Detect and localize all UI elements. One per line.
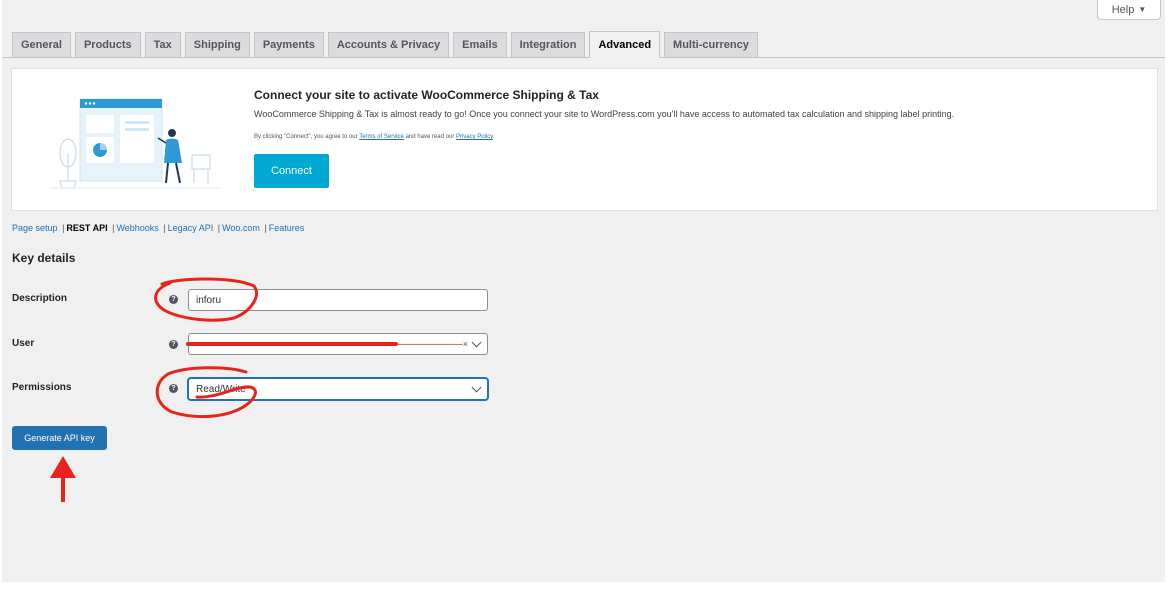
tab-emails[interactable]: Emails xyxy=(453,32,507,57)
user-select[interactable]: ———————————————————————————— × xyxy=(188,333,488,355)
banner-title: Connect your site to activate WooCommerc… xyxy=(254,88,599,102)
connect-illustration-icon xyxy=(50,98,220,189)
settings-tabs: General Products Tax Shipping Payments A… xyxy=(12,31,758,58)
settings-screen: Help ▼ General Products Tax Shipping Pay… xyxy=(2,0,1165,582)
subnav-separator: | xyxy=(112,223,115,233)
question-circle-icon[interactable]: ? xyxy=(169,340,178,349)
help-tab-button[interactable]: Help ▼ xyxy=(1097,0,1161,20)
permissions-label: Permissions xyxy=(12,382,72,393)
permissions-select[interactable]: Read/Write xyxy=(188,378,488,400)
privacy-policy-link[interactable]: Privacy Policy xyxy=(456,134,493,140)
subnav-separator: | xyxy=(217,223,221,233)
subnav-separator: | xyxy=(264,223,267,233)
chevron-down-icon xyxy=(471,382,482,393)
subnav-woo-com[interactable]: Woo.com xyxy=(222,223,260,233)
terms-of-service-link[interactable]: Terms of Service xyxy=(359,134,404,140)
clear-x-icon[interactable]: × xyxy=(463,339,468,349)
tab-tax[interactable]: Tax xyxy=(144,32,181,57)
tab-multi-currency[interactable]: Multi-currency xyxy=(664,32,758,57)
arrow-up-icon xyxy=(50,456,76,502)
subnav-rest-api[interactable]: REST API xyxy=(66,223,107,233)
tab-advanced[interactable]: Advanced xyxy=(589,31,661,58)
tab-integration[interactable]: Integration xyxy=(510,32,586,57)
help-label: Help xyxy=(1111,3,1135,16)
user-label: User xyxy=(12,338,35,349)
connect-banner: Connect your site to activate WooCommerc… xyxy=(11,68,1158,211)
tab-products[interactable]: Products xyxy=(74,32,141,57)
legal-suffix: . xyxy=(492,134,495,140)
subnav-page-setup[interactable]: Page setup xyxy=(12,223,58,233)
caret-down-icon: ▼ xyxy=(1138,5,1147,14)
description-value: inforu xyxy=(196,294,222,306)
question-circle-icon[interactable]: ? xyxy=(169,295,178,304)
legal-prefix: By clicking "Connect", you agree to our xyxy=(254,134,358,140)
subnav-webhooks[interactable]: Webhooks xyxy=(116,223,158,233)
advanced-subnav: Page setup | REST API | Webhooks | Legacy A… xyxy=(12,223,304,233)
legal-middle: and have read our xyxy=(405,134,455,140)
subnav-separator: | xyxy=(62,223,65,233)
connect-button[interactable]: Connect xyxy=(254,154,329,188)
chevron-down-icon xyxy=(471,337,482,348)
subnav-separator: | xyxy=(163,223,166,233)
key-details-heading: Key details xyxy=(12,251,76,265)
question-circle-icon[interactable]: ? xyxy=(169,384,178,393)
subnav-features[interactable]: Features xyxy=(269,223,305,233)
description-input[interactable]: inforu xyxy=(188,289,488,311)
user-value: ———————————————————————————— xyxy=(196,338,463,350)
tab-general[interactable]: General xyxy=(12,32,71,57)
tab-shipping[interactable]: Shipping xyxy=(184,32,250,57)
banner-description: WooCommerce Shipping & Tax is almost rea… xyxy=(254,109,955,119)
subnav-legacy-api[interactable]: Legacy API xyxy=(168,223,214,233)
banner-legal-text: By clicking "Connect", you agree to our … xyxy=(254,134,495,140)
description-label: Description xyxy=(12,293,68,304)
tab-accounts-privacy[interactable]: Accounts & Privacy xyxy=(327,32,450,57)
generate-api-key-button[interactable]: Generate API key xyxy=(12,426,107,450)
permissions-value: Read/Write xyxy=(196,383,246,395)
tab-payments[interactable]: Payments xyxy=(253,32,324,57)
tabs-divider xyxy=(2,57,1165,58)
